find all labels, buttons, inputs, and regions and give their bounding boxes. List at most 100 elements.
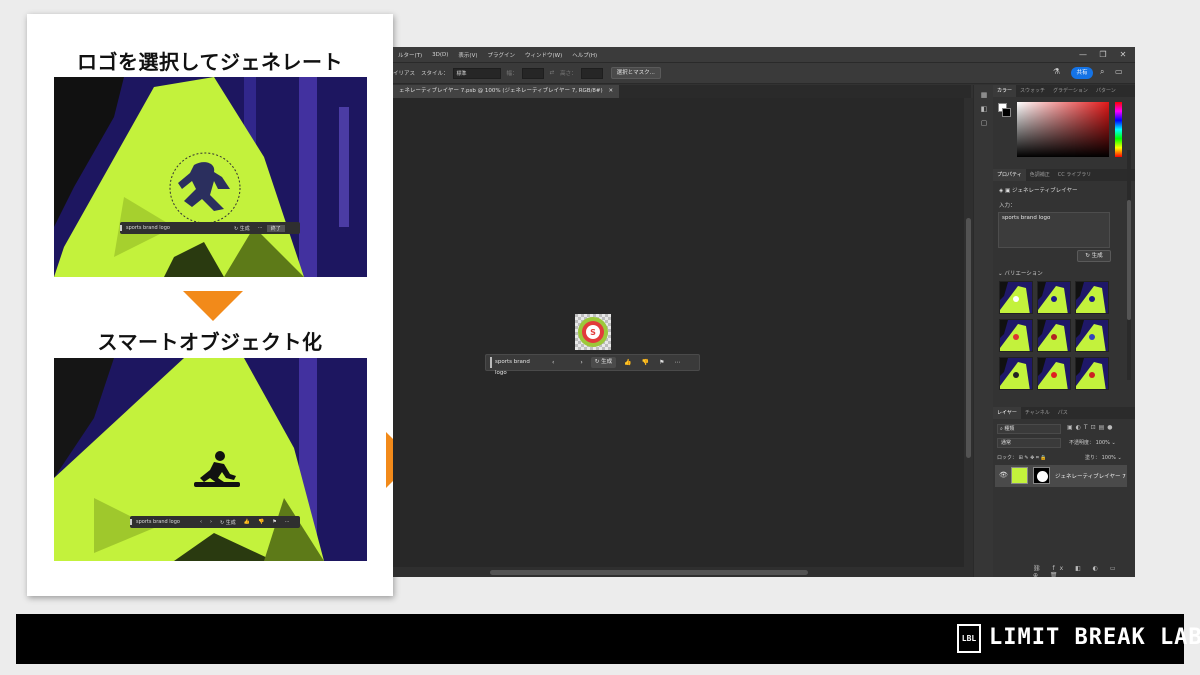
variation-thumbnail[interactable] <box>999 357 1033 390</box>
horizontal-scrollbar[interactable] <box>393 567 973 577</box>
properties-scrollbar[interactable] <box>1127 150 1131 380</box>
variation-thumbnail[interactable] <box>999 319 1033 352</box>
thumbs-up-icon[interactable]: 👍 <box>240 519 254 525</box>
more-icon[interactable]: ⋯ <box>254 225 267 231</box>
tab-layers[interactable]: レイヤー <box>993 407 1021 419</box>
after-image: sports brand logo ‹ › ↻ 生成 👍 👎 ⚑ ⋯ <box>54 358 367 561</box>
layer-mask-thumbnail <box>1033 467 1050 484</box>
next-variation-icon[interactable]: › <box>206 519 216 525</box>
generate-button[interactable]: ↻ 生成 <box>590 357 617 368</box>
close-window-icon[interactable]: ✕ <box>1113 47 1133 62</box>
generate-button[interactable]: ↻ 生成 <box>230 225 254 232</box>
layer-filter-icons[interactable]: ▣◐T⊡▤● <box>1067 424 1116 431</box>
tab-channels[interactable]: チャンネル <box>1021 407 1054 419</box>
layer-kind-filter[interactable]: ⌕ 種類 <box>997 424 1061 434</box>
prev-variation-icon[interactable]: ‹ <box>552 359 554 366</box>
minimize-icon[interactable]: — <box>1073 47 1093 62</box>
layer-row[interactable]: 👁 ジェネレーティブレイヤー 7 <box>995 465 1127 487</box>
opacity-control[interactable]: 不透明度： 100% ⌄ <box>1069 439 1116 446</box>
menu-plugins[interactable]: プラグイン <box>482 51 520 59</box>
properties-panel-tabs: プロパティ 色調補正 CC ライブラリ <box>993 169 1135 181</box>
tab-gradients[interactable]: グラデーション <box>1049 85 1092 97</box>
height-label: 高さ： <box>560 71 577 77</box>
layer-footer-icons[interactable]: ⛓ fx ◧ ◐ ▭ ⊕ 🗑 <box>1033 565 1135 577</box>
document-tab-title: ェネレーティブレイヤー 7.psb @ 100% (ジェネレーティブレイヤー 7… <box>399 88 603 94</box>
svg-text:S: S <box>590 328 596 337</box>
thumbs-down-icon[interactable]: 👎 <box>642 359 649 366</box>
vertical-scrollbar[interactable] <box>964 98 973 567</box>
flask-icon[interactable]: ⚗ <box>1053 67 1060 76</box>
menu-filter[interactable]: ルター(T) <box>393 51 427 59</box>
prompt-field[interactable]: sports brand logo <box>490 357 542 376</box>
lock-controls[interactable]: ロック： ⊞ ✎ ✥ ⌗ 🔒 <box>997 454 1047 461</box>
swap-icon[interactable]: ⇄ <box>550 70 555 76</box>
tab-color[interactable]: カラー <box>993 85 1017 97</box>
variation-thumbnail[interactable] <box>1075 281 1109 314</box>
document-canvas[interactable]: S <box>393 98 964 567</box>
close-tab-icon[interactable]: ✕ <box>608 88 613 94</box>
color-picker-field[interactable] <box>1017 102 1109 157</box>
step1-title: ロゴを選択してジェネレート <box>77 50 343 74</box>
prompt-field[interactable]: sports brand logo <box>120 225 230 231</box>
photoshop-window: ルター(T) 3D(D) 表示(V) プラグイン ウィンドウ(W) ヘルプ(H)… <box>393 47 1135 577</box>
maximize-icon[interactable]: ❐ <box>1093 47 1113 62</box>
document-tabs: ェネレーティブレイヤー 7.psb @ 100% (ジェネレーティブレイヤー 7… <box>393 85 971 98</box>
more-icon[interactable]: ⋯ <box>675 359 681 366</box>
select-and-mask-button[interactable]: 選択とマスク... <box>610 67 661 79</box>
generate-button[interactable]: ↻ 生成 <box>216 519 240 526</box>
variation-thumbnail[interactable] <box>1037 281 1071 314</box>
thumbs-down-icon[interactable]: 👎 <box>254 519 268 525</box>
layer-name: ジェネレーティブレイヤー 7 <box>1055 474 1126 480</box>
history-icon[interactable]: ▦ <box>980 91 988 99</box>
brand-name: LIMIT BREAK LAB. <box>989 625 1200 650</box>
flag-icon[interactable]: ⚑ <box>659 359 664 366</box>
hue-slider[interactable] <box>1115 102 1122 157</box>
workspace-icon[interactable]: ▭ <box>1115 67 1123 76</box>
variation-thumbnail[interactable] <box>1037 357 1071 390</box>
prompt-textarea[interactable]: sports brand logo <box>998 212 1110 248</box>
panel-icon-strip: ▦ ◧ ▢ <box>973 85 993 577</box>
document-tab[interactable]: ェネレーティブレイヤー 7.psb @ 100% (ジェネレーティブレイヤー 7… <box>393 85 620 98</box>
variation-thumbnail[interactable] <box>999 281 1033 314</box>
height-field[interactable] <box>580 67 603 79</box>
blend-mode-select[interactable]: 通常 <box>997 438 1061 448</box>
antialias-label[interactable]: イリアス <box>393 69 415 77</box>
thumbs-up-icon[interactable]: 👍 <box>624 359 631 366</box>
variation-thumbnail[interactable] <box>1037 319 1071 352</box>
prompt-field[interactable]: sports brand logo <box>130 519 196 525</box>
variation-thumbnail[interactable] <box>1075 357 1109 390</box>
brand-logo-mark: LBL <box>957 624 981 653</box>
down-arrow-icon <box>183 291 243 321</box>
logo-layer-preview[interactable]: S <box>575 314 611 350</box>
style-select[interactable]: 標準 <box>452 67 501 79</box>
done-button[interactable]: 終了 <box>266 224 285 232</box>
menu-window[interactable]: ウィンドウ(W) <box>520 51 567 59</box>
next-variation-icon[interactable]: › <box>580 359 582 366</box>
tab-cc-libraries[interactable]: CC ライブラリ <box>1054 169 1096 181</box>
tab-properties[interactable]: プロパティ <box>993 169 1026 181</box>
search-icon[interactable]: ⌕ <box>1100 67 1104 77</box>
tab-paths[interactable]: パス <box>1054 407 1072 419</box>
variations-header[interactable]: ⌄ バリエーション <box>998 269 1043 277</box>
menu-3d[interactable]: 3D(D) <box>427 52 453 58</box>
background-swatch[interactable] <box>1002 108 1011 117</box>
variation-thumbnail[interactable] <box>1075 319 1109 352</box>
properties-icon[interactable]: ◧ <box>980 105 988 113</box>
step2-title: スマートオブジェクト化 <box>97 330 323 354</box>
tab-swatches[interactable]: スウォッチ <box>1016 85 1049 97</box>
more-icon[interactable]: ⋯ <box>281 519 294 525</box>
menu-help[interactable]: ヘルプ(H) <box>567 51 602 59</box>
generate-button[interactable]: ↻ 生成 <box>1077 250 1111 262</box>
menu-view[interactable]: 表示(V) <box>453 51 482 59</box>
width-field[interactable] <box>521 67 544 79</box>
visibility-eye-icon[interactable]: 👁 <box>999 471 1008 479</box>
share-button[interactable]: 共有 <box>1071 67 1093 79</box>
before-image: sports brand logo ↻ 生成 ⋯ 終了 <box>54 77 367 277</box>
prev-variation-icon[interactable]: ‹ <box>196 519 206 525</box>
comments-icon[interactable]: ▢ <box>980 119 988 127</box>
tab-adjustments[interactable]: 色調補正 <box>1026 169 1054 181</box>
input-label: 入力： <box>999 203 1016 209</box>
flag-icon[interactable]: ⚑ <box>268 519 280 525</box>
fill-control[interactable]: 塗り： 100% ⌄ <box>1085 454 1122 461</box>
tab-patterns[interactable]: パターン <box>1092 85 1120 97</box>
